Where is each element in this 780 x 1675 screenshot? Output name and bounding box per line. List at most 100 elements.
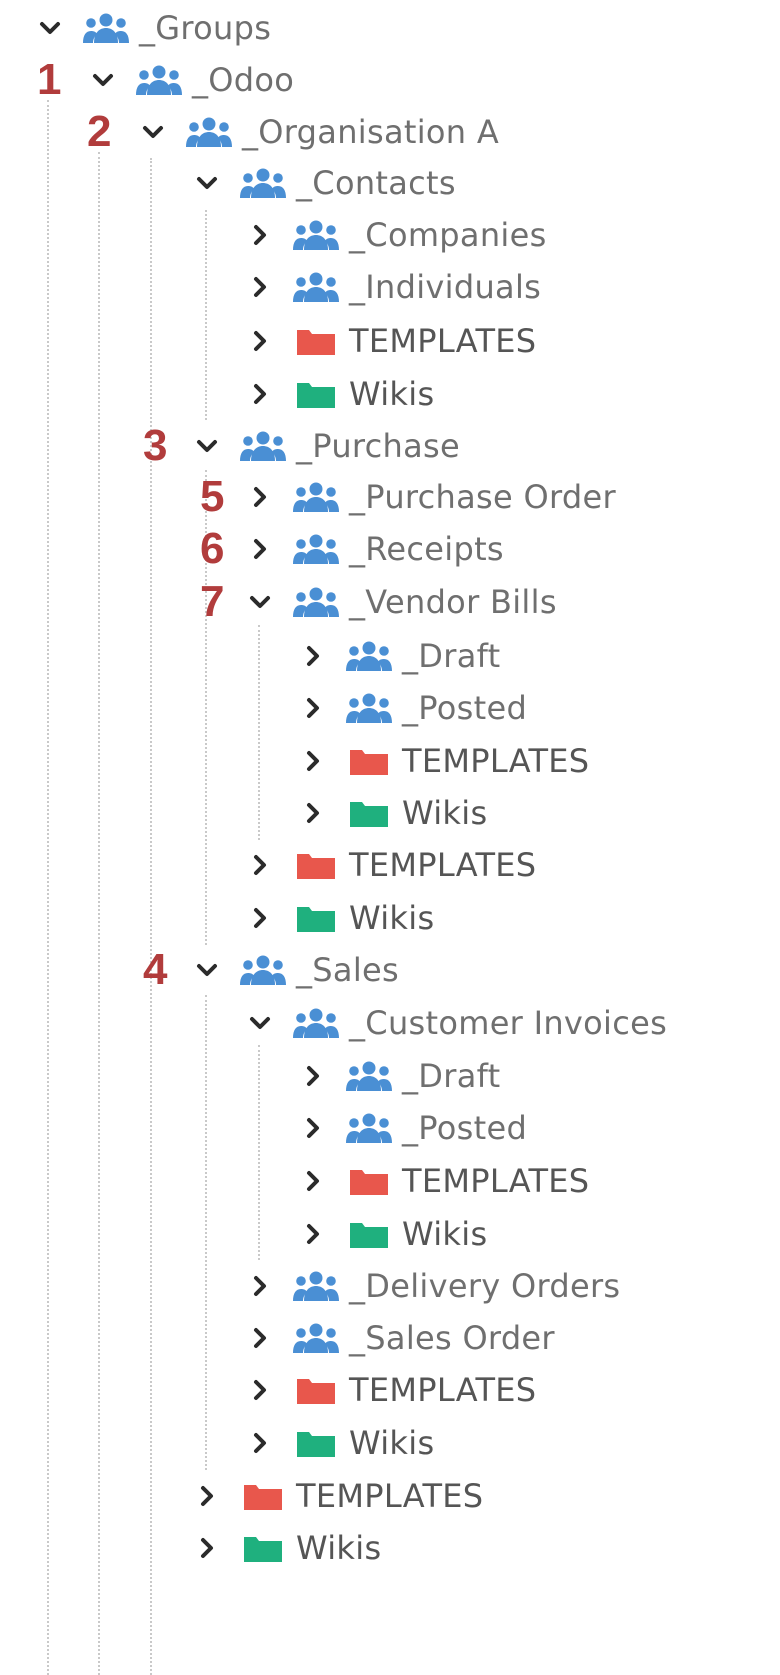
chevron-down-icon[interactable] [192,431,222,461]
chevron-down-icon[interactable] [192,955,222,985]
tree-guide-line [258,625,260,840]
tree-node-label: _Companies [349,216,547,254]
chevron-down-icon[interactable] [138,117,168,147]
tree-node[interactable]: _Purchase [192,423,460,469]
chevron-down-icon[interactable] [245,587,275,617]
tree-node-label: _Draft [402,1057,501,1095]
chevron-right-icon[interactable] [245,220,275,250]
tree-node[interactable]: Wikis [192,1525,381,1571]
tree-node[interactable]: _Posted [298,685,527,731]
chevron-right-icon[interactable] [245,379,275,409]
chevron-right-icon[interactable] [298,641,328,671]
folder-tree: _Groups _Odoo 1 _Organisation A 2 _Contact… [0,0,780,1675]
folder-red-icon [291,323,341,359]
tree-node-label: _Purchase Order [349,478,616,516]
chevron-right-icon[interactable] [192,1533,222,1563]
group-icon [238,165,288,201]
tree-node-label: _Purchase [296,427,461,465]
chevron-right-icon[interactable] [298,1113,328,1143]
chevron-right-icon[interactable] [298,693,328,723]
tree-node[interactable]: TEMPLATES [245,1367,536,1413]
chevron-right-icon[interactable] [298,1219,328,1249]
chevron-right-icon[interactable] [245,482,275,512]
chevron-down-icon[interactable] [245,1008,275,1038]
chevron-right-icon[interactable] [298,746,328,776]
tree-node-label: _Customer Invoices [349,1004,668,1042]
step-number-marker: 5 [200,472,225,521]
group-icon [238,952,288,988]
tree-guide-line [98,152,100,1675]
chevron-right-icon[interactable] [245,534,275,564]
tree-node-label: TEMPLATES [296,1477,484,1515]
tree-node-label: _Delivery Orders [349,1267,621,1305]
tree-node[interactable]: _Customer Invoices [245,1000,667,1046]
tree-node[interactable]: _Odoo [88,57,294,103]
chevron-down-icon[interactable] [192,168,222,198]
tree-guide-line [47,100,49,1675]
tree-node-label: _Organisation A [242,113,500,151]
tree-node-label: _Contacts [296,164,456,202]
chevron-right-icon[interactable] [245,272,275,302]
tree-node[interactable]: Wikis [298,1211,487,1257]
tree-node[interactable]: _Organisation A [138,109,499,155]
tree-node[interactable]: _Sales Order [245,1315,555,1361]
chevron-right-icon[interactable] [298,798,328,828]
tree-node[interactable]: _Contacts [192,160,456,206]
group-icon [291,269,341,305]
step-number-marker: 3 [143,421,168,470]
tree-node-label: _Sales [296,951,399,989]
tree-node[interactable]: TEMPLATES [298,1158,589,1204]
step-number-marker: 2 [87,107,112,156]
tree-node[interactable]: TEMPLATES [192,1473,483,1519]
tree-node[interactable]: _Delivery Orders [245,1263,620,1309]
group-icon [344,638,394,674]
chevron-down-icon[interactable] [35,13,65,43]
tree-node-label: _Vendor Bills [349,583,557,621]
tree-node[interactable]: _Draft [298,1053,500,1099]
chevron-down-icon[interactable] [88,65,118,95]
folder-red-icon [291,1372,341,1408]
chevron-right-icon[interactable] [245,1375,275,1405]
chevron-right-icon[interactable] [245,1323,275,1353]
tree-node[interactable]: _Individuals [245,264,541,310]
tree-node-label: Wikis [296,1529,382,1567]
chevron-right-icon[interactable] [298,1166,328,1196]
tree-node[interactable]: _Purchase Order [245,474,616,520]
tree-node[interactable]: _Receipts [245,526,504,572]
tree-node-label: _Odoo [192,61,295,99]
chevron-right-icon[interactable] [245,1428,275,1458]
tree-node-label: _Groups [139,9,272,47]
group-icon [344,690,394,726]
tree-node-label: _Sales Order [349,1319,555,1357]
group-icon [81,10,131,46]
chevron-right-icon[interactable] [192,1481,222,1511]
tree-node[interactable]: _Vendor Bills [245,579,557,625]
chevron-right-icon[interactable] [245,1271,275,1301]
chevron-right-icon[interactable] [298,1061,328,1091]
tree-node-label: Wikis [349,375,435,413]
folder-green-icon [291,1425,341,1461]
tree-node-label: Wikis [349,899,435,937]
tree-node[interactable]: Wikis [245,895,434,941]
chevron-right-icon[interactable] [245,326,275,356]
tree-node[interactable]: Wikis [298,790,487,836]
tree-node[interactable]: TEMPLATES [245,318,536,364]
tree-node-label: Wikis [349,1424,435,1462]
tree-node[interactable]: Wikis [245,1420,434,1466]
tree-node[interactable]: _Sales [192,947,399,993]
tree-node-label: TEMPLATES [349,1371,537,1409]
tree-node[interactable]: TEMPLATES [245,842,536,888]
group-icon [291,1268,341,1304]
tree-node-label: _Individuals [349,268,542,306]
chevron-right-icon[interactable] [245,850,275,880]
tree-node[interactable]: TEMPLATES [298,738,589,784]
tree-node[interactable]: _Posted [298,1105,527,1151]
group-icon [291,1320,341,1356]
chevron-right-icon[interactable] [245,903,275,933]
tree-node[interactable]: _Draft [298,633,500,679]
tree-node[interactable]: Wikis [245,371,434,417]
tree-node[interactable]: _Companies [245,212,547,258]
step-number-marker: 1 [37,55,62,104]
group-icon [291,479,341,515]
tree-node[interactable]: _Groups [35,5,271,51]
